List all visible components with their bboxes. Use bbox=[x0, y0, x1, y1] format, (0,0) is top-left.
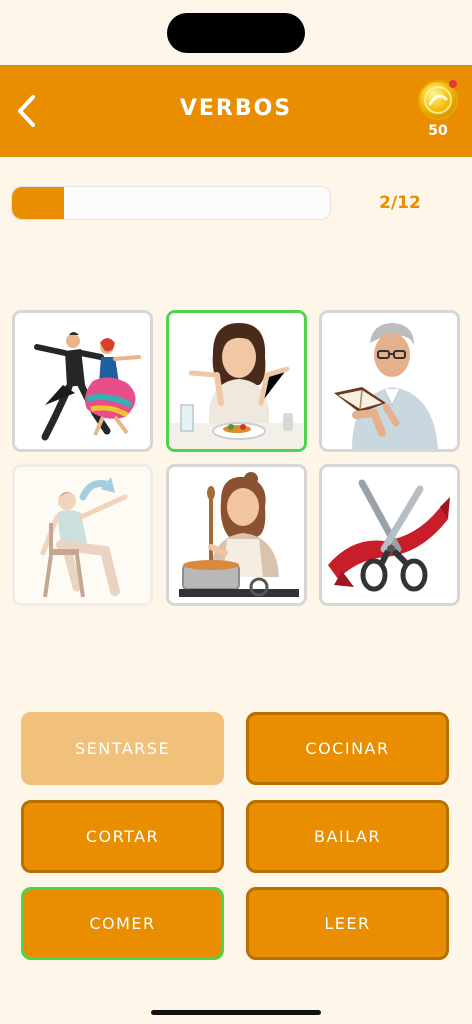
header-bar: VERBOS 50 bbox=[0, 65, 472, 157]
dynamic-island bbox=[167, 13, 305, 53]
woman-cooking-image bbox=[169, 467, 304, 603]
progress-counter: 2/12 bbox=[379, 193, 421, 213]
home-indicator bbox=[151, 1010, 321, 1015]
answer-button-cocinar[interactable]: COCINAR bbox=[246, 712, 449, 785]
image-card-cutting[interactable] bbox=[319, 464, 460, 606]
image-card-cooking[interactable] bbox=[166, 464, 307, 606]
page-title: VERBOS bbox=[179, 96, 293, 121]
woman-sitting-image bbox=[15, 467, 150, 603]
coin-counter[interactable]: 50 bbox=[413, 77, 463, 151]
screen: VERBOS 50 2/12 SENTARSE COCINAR CORTAR B… bbox=[0, 0, 472, 1024]
image-card-sitting[interactable] bbox=[12, 464, 153, 606]
image-card-dancers[interactable] bbox=[12, 310, 153, 452]
coin-icon bbox=[418, 80, 458, 120]
answer-button-comer[interactable]: COMER bbox=[21, 887, 224, 960]
progress-bar bbox=[11, 186, 331, 220]
answer-button-cortar[interactable]: CORTAR bbox=[21, 800, 224, 873]
scissors-cutting-ribbon-image bbox=[322, 467, 457, 603]
dancing-couple-image bbox=[15, 313, 150, 449]
woman-eating-image bbox=[169, 313, 304, 449]
image-card-eating[interactable] bbox=[166, 310, 307, 452]
image-card-reading[interactable] bbox=[319, 310, 460, 452]
man-reading-image bbox=[322, 313, 457, 449]
answer-button-sentarse[interactable]: SENTARSE bbox=[21, 712, 224, 785]
coin-count: 50 bbox=[428, 123, 448, 139]
answer-button-leer[interactable]: LEER bbox=[246, 887, 449, 960]
answer-button-bailar[interactable]: BAILAR bbox=[246, 800, 449, 873]
progress-fill bbox=[12, 187, 65, 219]
